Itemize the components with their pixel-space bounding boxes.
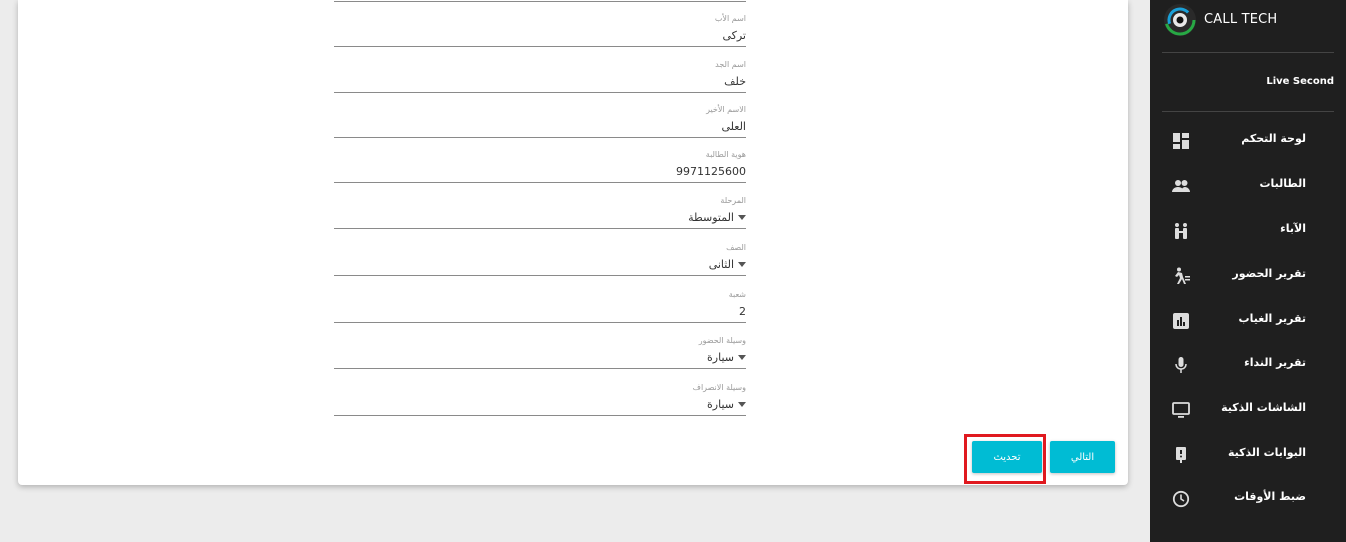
field-label: اسم الأب [714,14,746,23]
sidebar-item-label: تقرير الحضور [1232,267,1306,280]
stage-select[interactable]: المرحلة المتوسطة [334,182,746,229]
field-value: سيارة [707,351,746,364]
next-button[interactable]: التالي [1050,441,1115,473]
sidebar-item-time-settings[interactable]: ضبط الأوقات [1162,481,1334,517]
grandfather-name-field[interactable]: اسم الجد خلف [334,46,746,93]
parents-icon [1172,222,1190,240]
bar-chart-icon [1172,312,1190,330]
chevron-down-icon [738,355,746,360]
chevron-down-icon [738,215,746,220]
dashboard-icon [1172,132,1190,150]
brand-name: CALL TECH [1204,12,1278,27]
section-field[interactable]: شعبة 2 [334,276,746,323]
departure-method-select[interactable]: وسيلة الانصراف سيارة [334,369,746,416]
people-icon [1172,177,1190,195]
field-label: وسيلة الحضور [698,336,746,345]
field-value: الثانى [709,258,746,271]
walking-icon [1172,267,1190,285]
field-value: سيارة [707,398,746,411]
sidebar-item-label: الشاشات الذكية [1221,401,1306,414]
sidebar-item-attendance-report[interactable]: تقرير الحضور [1162,258,1334,294]
sidebar-item-label: الآباء [1280,222,1306,235]
grade-select[interactable]: الصف الثانى [334,229,746,276]
sidebar-item-students[interactable]: الطالبات [1162,168,1334,204]
field-label: الاسم الأخير [706,105,746,114]
field-label: شعبة [728,290,746,299]
sidebar-item-absence-report[interactable]: تقرير الغياب [1162,303,1334,339]
sidebar-item-label: البوابات الذكية [1227,446,1306,459]
last-name-field[interactable]: الاسم الأخير العلى [334,91,746,138]
monitor-icon [1172,401,1190,419]
chevron-down-icon [738,402,746,407]
field-value: تركى [722,29,746,42]
field-label: الصف [726,243,746,252]
field-label: وسيلة الانصراف [692,383,746,392]
father-name-field[interactable]: اسم الأب تركى [334,0,746,47]
field-value: المتوسطة [688,211,746,224]
field-value: 2 [739,305,746,318]
sidebar-item-smart-gates[interactable]: البوابات الذكية [1162,437,1334,473]
highlight-box [964,434,1046,484]
sidebar-item-label: تقرير النداء [1244,356,1306,369]
sidebar-item-smart-screens[interactable]: الشاشات الذكية [1162,392,1334,428]
sidebar-item-label: لوحة التحكم [1241,132,1306,145]
student-id-field[interactable]: هوية الطالبة 9971125600 [334,136,746,183]
field-label: هوية الطالبة [705,150,746,159]
sidebar-item-parents[interactable]: الآباء [1162,213,1334,249]
user-name: Live Second [1266,76,1334,87]
divider [1162,52,1334,53]
microphone-icon [1172,356,1190,374]
field-label: المرحلة [720,196,746,205]
clock-icon [1172,490,1190,508]
sidebar-item-label: تقرير الغياب [1238,312,1306,325]
arrival-method-select[interactable]: وسيلة الحضور سيارة [334,322,746,369]
field-value: خلف [724,75,746,88]
field-value: 9971125600 [676,165,746,178]
sidebar-item-label: ضبط الأوقات [1234,490,1306,503]
sidebar: CALL TECH Live Second لوحة التحكم الطالب… [1150,0,1346,542]
sidebar-item-label: الطالبات [1259,177,1306,190]
field-label: اسم الجد [715,60,746,69]
student-form-card: اسم الأب تركى اسم الجد خلف الاسم الأخير … [18,0,1128,485]
sidebar-item-call-report[interactable]: تقرير النداء [1162,347,1334,383]
chevron-down-icon [738,262,746,267]
field-value: العلى [721,120,746,133]
sidebar-item-dashboard[interactable]: لوحة التحكم [1162,123,1334,159]
divider [1162,111,1334,112]
logo-icon [1164,4,1196,36]
gate-icon [1172,446,1190,464]
